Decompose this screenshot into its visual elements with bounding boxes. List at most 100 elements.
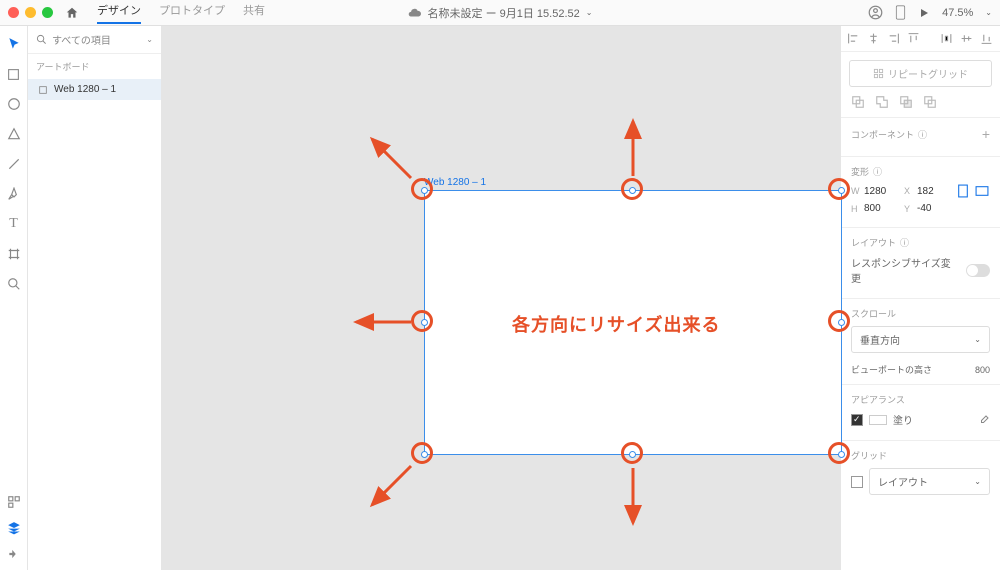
info-icon[interactable]: ⓘ bbox=[873, 165, 882, 178]
align-top-icon[interactable] bbox=[907, 32, 920, 45]
assets-icon[interactable] bbox=[6, 494, 22, 510]
chevron-down-icon: ⌄ bbox=[586, 8, 593, 17]
portrait-icon[interactable] bbox=[957, 184, 969, 198]
info-icon[interactable]: ⓘ bbox=[900, 236, 909, 249]
x-input[interactable] bbox=[917, 186, 951, 197]
tools-sidebar: T bbox=[0, 26, 28, 570]
responsive-label: レスポンシブサイズ変更 bbox=[851, 255, 960, 285]
minimize-window[interactable] bbox=[25, 7, 36, 18]
x-label: X bbox=[904, 186, 914, 196]
y-input[interactable] bbox=[917, 203, 951, 214]
eyedropper-icon[interactable] bbox=[978, 414, 990, 426]
grid-checkbox[interactable] bbox=[851, 476, 863, 488]
artboard-name-label[interactable]: Web 1280 – 1 bbox=[424, 177, 486, 188]
align-left-icon[interactable] bbox=[847, 32, 860, 45]
align-row bbox=[841, 26, 1000, 52]
boolean-ops bbox=[841, 95, 1000, 117]
properties-panel: リピートグリッド コンポーネント ⓘ + 変形 ⓘ W X bbox=[840, 26, 1000, 570]
align-center-h-icon[interactable] bbox=[867, 32, 880, 45]
layout-section: レイアウト ⓘ レスポンシブサイズ変更 bbox=[841, 227, 1000, 298]
repeat-grid-label: リピートグリッド bbox=[888, 66, 968, 81]
subtract-icon[interactable] bbox=[875, 95, 889, 109]
zoom-tool[interactable] bbox=[6, 276, 22, 292]
transform-label: 変形 bbox=[851, 165, 869, 178]
search-filter-label: すべての項目 bbox=[52, 32, 141, 47]
layer-item-label: Web 1280 – 1 bbox=[54, 84, 116, 95]
h-label: H bbox=[851, 204, 861, 214]
document-title[interactable]: 名称未設定 ー 9月1日 15.52.52 ⌄ bbox=[408, 5, 593, 21]
fill-color-swatch[interactable] bbox=[869, 415, 887, 425]
add-component-icon[interactable]: + bbox=[982, 126, 990, 142]
height-input[interactable] bbox=[864, 203, 898, 214]
chevron-down-icon: ⌄ bbox=[985, 8, 992, 17]
pen-tool[interactable] bbox=[6, 186, 22, 202]
cloud-icon bbox=[408, 6, 422, 20]
rectangle-tool[interactable] bbox=[6, 66, 22, 82]
resize-handle-br[interactable] bbox=[838, 451, 845, 458]
grid-value: レイアウト bbox=[878, 474, 928, 489]
close-window[interactable] bbox=[8, 7, 19, 18]
exclude-icon[interactable] bbox=[923, 95, 937, 109]
line-tool[interactable] bbox=[6, 156, 22, 172]
titlebar-right: 47.5% ⌄ bbox=[868, 5, 992, 20]
layers-panel: すべての項目 ⌄ アートボード Web 1280 – 1 bbox=[28, 26, 162, 570]
grid-icon bbox=[873, 68, 884, 79]
y-label: Y bbox=[904, 204, 914, 214]
layout-label: レイアウト bbox=[851, 236, 896, 249]
scroll-value: 垂直方向 bbox=[860, 332, 900, 347]
distribute-h-icon[interactable] bbox=[940, 32, 953, 45]
align-bottom-icon[interactable] bbox=[980, 32, 993, 45]
grid-label: グリッド bbox=[851, 449, 887, 462]
fill-label: 塗り bbox=[893, 412, 913, 427]
artboard-layer-icon bbox=[38, 85, 48, 95]
chevron-down-icon: ⌄ bbox=[974, 335, 981, 344]
resize-handle-r[interactable] bbox=[838, 319, 845, 326]
document-title-text: 名称未設定 ー 9月1日 15.52.52 bbox=[428, 5, 580, 21]
landscape-icon[interactable] bbox=[975, 185, 989, 197]
align-middle-icon[interactable] bbox=[960, 32, 973, 45]
grid-section: グリッド レイアウト ⌄ bbox=[841, 440, 1000, 508]
width-input[interactable] bbox=[864, 186, 898, 197]
home-icon[interactable] bbox=[65, 6, 79, 20]
viewport-height-value[interactable]: 800 bbox=[975, 365, 990, 375]
resize-handle-t[interactable] bbox=[629, 187, 636, 194]
fill-checkbox[interactable] bbox=[851, 414, 863, 426]
resize-handle-tl[interactable] bbox=[421, 187, 428, 194]
tab-design[interactable]: デザイン bbox=[97, 2, 141, 24]
polygon-tool[interactable] bbox=[6, 126, 22, 142]
search-icon bbox=[36, 34, 47, 45]
maximize-window[interactable] bbox=[42, 7, 53, 18]
transform-section: 変形 ⓘ W X H Y bbox=[841, 156, 1000, 227]
titlebar: デザイン プロトタイプ 共有 名称未設定 ー 9月1日 15.52.52 ⌄ 4… bbox=[0, 0, 1000, 26]
tab-share[interactable]: 共有 bbox=[243, 2, 265, 24]
resize-handle-l[interactable] bbox=[421, 319, 428, 326]
intersect-icon[interactable] bbox=[899, 95, 913, 109]
plugins-icon[interactable] bbox=[6, 546, 22, 562]
align-right-icon[interactable] bbox=[887, 32, 900, 45]
tab-prototype[interactable]: プロトタイプ bbox=[159, 2, 225, 24]
play-icon[interactable] bbox=[918, 7, 930, 19]
canvas[interactable]: Web 1280 – 1 各方向にリサイズ出来る bbox=[162, 26, 840, 570]
text-tool[interactable]: T bbox=[6, 216, 22, 232]
resize-handle-b[interactable] bbox=[629, 451, 636, 458]
components-label: コンポーネント bbox=[851, 128, 914, 141]
repeat-grid-button[interactable]: リピートグリッド bbox=[849, 60, 992, 87]
info-icon[interactable]: ⓘ bbox=[918, 128, 927, 141]
components-section: コンポーネント ⓘ + bbox=[841, 117, 1000, 156]
select-tool[interactable] bbox=[6, 36, 22, 52]
scroll-dropdown[interactable]: 垂直方向 ⌄ bbox=[851, 326, 990, 353]
grid-dropdown[interactable]: レイアウト ⌄ bbox=[869, 468, 990, 495]
ellipse-tool[interactable] bbox=[6, 96, 22, 112]
layers-icon[interactable] bbox=[6, 520, 22, 536]
responsive-toggle[interactable] bbox=[966, 264, 990, 277]
artboard-tool[interactable] bbox=[6, 246, 22, 262]
resize-handle-bl[interactable] bbox=[421, 451, 428, 458]
layers-search[interactable]: すべての項目 ⌄ bbox=[28, 26, 161, 54]
user-icon[interactable] bbox=[868, 5, 883, 20]
chevron-down-icon: ⌄ bbox=[146, 35, 153, 44]
mobile-preview-icon[interactable] bbox=[895, 5, 906, 20]
zoom-level[interactable]: 47.5% bbox=[942, 7, 973, 19]
resize-handle-tr[interactable] bbox=[838, 187, 845, 194]
union-icon[interactable] bbox=[851, 95, 865, 109]
layer-item[interactable]: Web 1280 – 1 bbox=[28, 79, 161, 100]
